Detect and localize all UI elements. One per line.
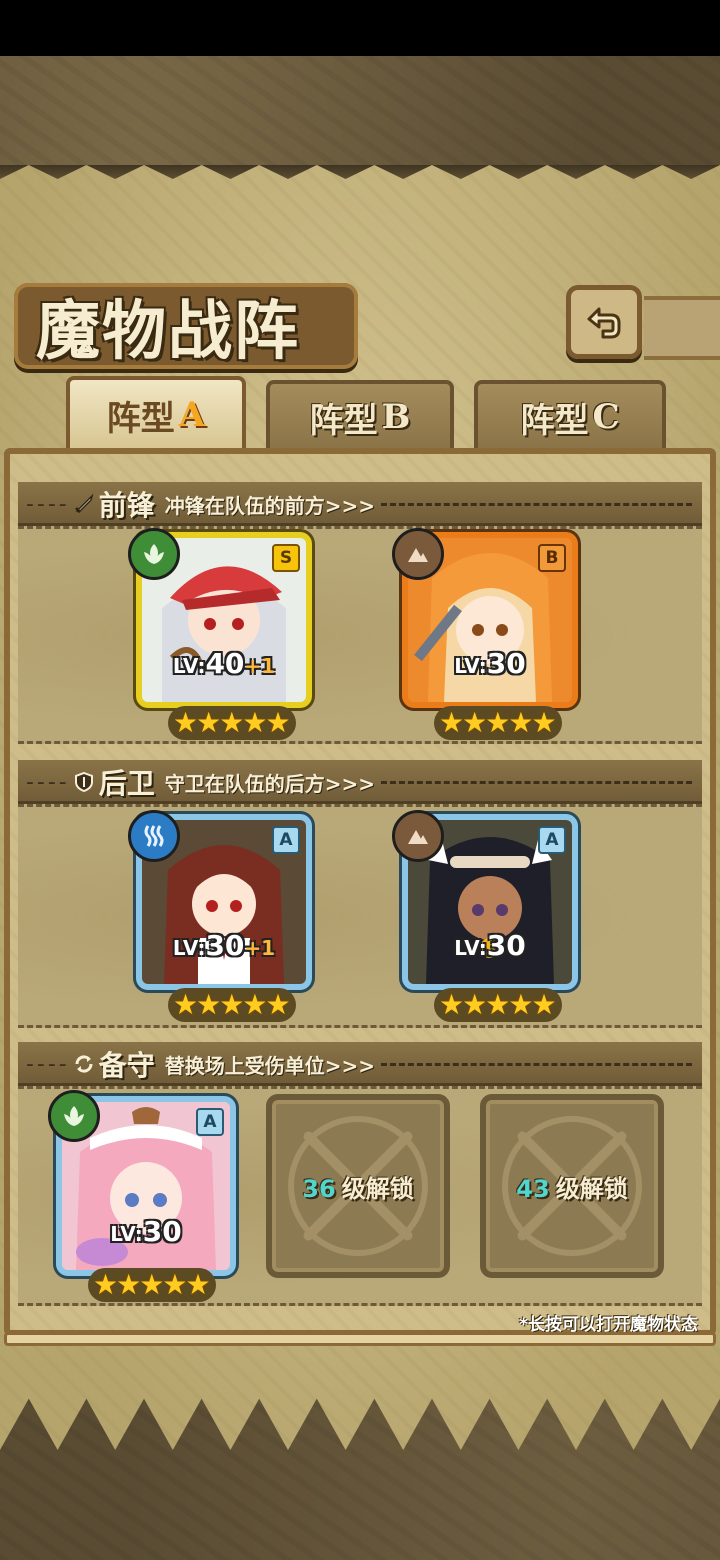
game-screen: 魔物战阵 阵型 A 阵型 B 阵型 C - - - - 前锋 冲锋在队伍的前方>… (0, 0, 720, 1560)
locked-slot-2[interactable]: 43 级解锁 (480, 1094, 664, 1278)
lv-prefix: LV: (454, 654, 487, 678)
tab-formation-c[interactable]: 阵型 C (474, 380, 666, 450)
leaf-icon (144, 544, 164, 564)
water-element-icon (128, 810, 180, 862)
page-title: 魔物战阵 (36, 294, 300, 369)
earth-element-icon (392, 810, 444, 862)
header-dash: - - - - (26, 769, 67, 795)
rank-badge: A (538, 826, 566, 854)
nature-element-icon (128, 528, 180, 580)
tab-label: 阵型 (520, 400, 589, 441)
swap-icon (75, 1055, 93, 1073)
earth-element-icon (392, 528, 444, 580)
tab-letter: B (381, 397, 411, 437)
front-slots-area (18, 526, 702, 744)
rank-badge: A (272, 826, 300, 854)
unlock-label: 36 级解锁 (302, 1169, 413, 1204)
status-bar (0, 0, 720, 56)
level-value: 30 (205, 929, 245, 962)
unlock-label: 43 级解锁 (516, 1169, 627, 1204)
header-dash-tail (381, 780, 692, 784)
shield-icon (74, 771, 93, 793)
star-rating: ★ ★ ★ ★ ★ (168, 706, 296, 740)
rank-badge: S (272, 544, 300, 572)
tab-letter: C (592, 397, 620, 437)
section-desc: 替换场上受伤单位>>> (164, 1053, 376, 1078)
back-arrow-icon (587, 307, 621, 339)
unlock-text: 级解锁 (555, 1174, 628, 1203)
section-desc: 冲锋在队伍的前方>>> (164, 493, 376, 518)
section-name: 备守 (98, 1049, 155, 1082)
leaf-icon (64, 1106, 84, 1126)
lv-prefix: LV: (110, 1222, 143, 1246)
section-header-back: - - - - 后卫 守卫在队伍的后方>>> (18, 760, 702, 804)
mountain-icon (408, 548, 428, 562)
unlock-level: 43 (516, 1174, 550, 1203)
rank-badge: A (196, 1108, 224, 1136)
panel-bottom-rail (4, 1332, 716, 1346)
star-rating: ★ ★ ★ ★ ★ (168, 988, 296, 1022)
header-dash-tail (381, 502, 692, 506)
level-label: LV:30+1 (142, 929, 306, 962)
level-bonus: +1 (244, 936, 276, 960)
header-dash: - - - - (26, 1051, 67, 1077)
rank-badge: B (538, 544, 566, 572)
section-name: 后卫 (98, 767, 155, 800)
level-value: 30 (486, 647, 526, 680)
header-dash-tail (381, 1062, 692, 1066)
unlock-text: 级解锁 (341, 1174, 414, 1203)
tab-label: 阵型 (309, 400, 378, 441)
star-rating: ★ ★ ★ ★ ★ (434, 988, 562, 1022)
nature-element-icon (48, 1090, 100, 1142)
lv-prefix: LV: (172, 654, 206, 678)
unlock-level: 36 (302, 1174, 336, 1203)
tab-formation-b[interactable]: 阵型 B (266, 380, 454, 450)
level-label: LV:30 (408, 647, 572, 680)
star-rating: ★ ★ ★ ★ ★ (434, 706, 562, 740)
star-rating: ★ ★ ★ ★ ★ (88, 1268, 216, 1302)
section-desc: 守卫在队伍的后方>>> (164, 771, 376, 796)
level-value: 40 (205, 647, 245, 680)
mountain-icon (408, 830, 428, 844)
sword-icon (74, 493, 94, 513)
tab-formation-a[interactable]: 阵型 A (66, 376, 246, 450)
waves-icon (144, 825, 164, 847)
section-header-front: - - - - 前锋 冲锋在队伍的前方>>> (18, 482, 702, 526)
header-dash: - - - - (26, 491, 67, 517)
level-label: LV:30 (408, 929, 572, 962)
section-header-reserve: - - - - 备守 替换场上受伤单位>>> (18, 1042, 702, 1086)
section-name: 前锋 (98, 489, 155, 522)
tab-label: 阵型 (106, 398, 175, 439)
level-label: LV:40+1 (142, 647, 306, 680)
lv-prefix: LV: (172, 936, 206, 960)
lv-prefix: LV: (454, 936, 487, 960)
back-rail (644, 296, 720, 360)
back-button[interactable] (566, 285, 642, 359)
level-label: LV:30 (62, 1215, 230, 1248)
level-value: 30 (486, 929, 526, 962)
back-slots-area (18, 804, 702, 1028)
tab-letter: A (178, 395, 206, 435)
level-value: 30 (142, 1215, 182, 1248)
locked-slot-1[interactable]: 36 级解锁 (266, 1094, 450, 1278)
level-bonus: +1 (244, 654, 276, 678)
